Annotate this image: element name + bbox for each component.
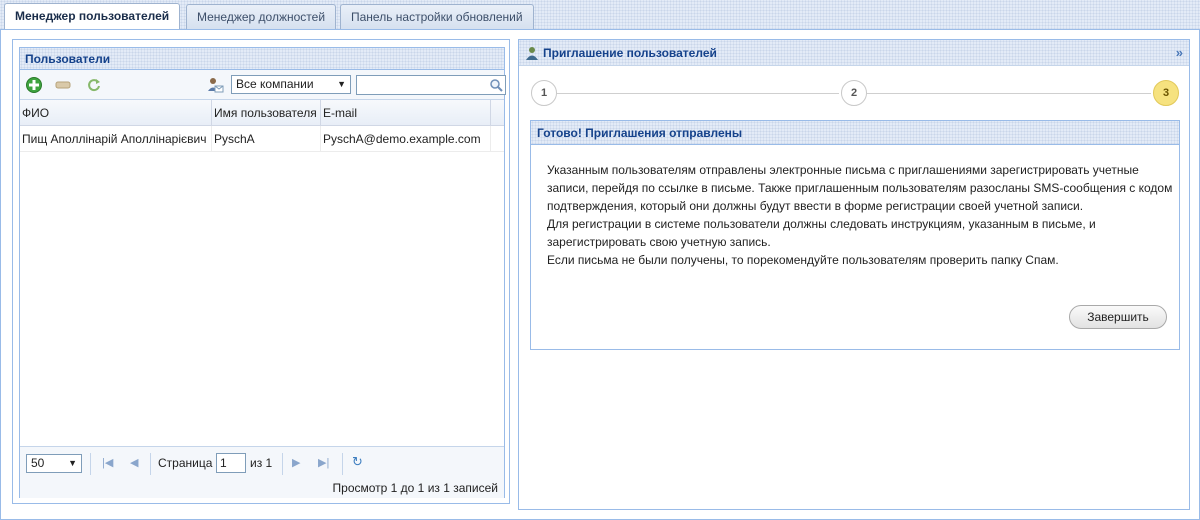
company-filter-select[interactable]: Все компании ▼ xyxy=(231,75,351,94)
users-toolbar: Все компании ▼ xyxy=(20,70,506,100)
add-user-button[interactable] xyxy=(26,77,44,93)
chevron-down-icon: ▼ xyxy=(68,458,77,468)
remove-user-button[interactable] xyxy=(55,77,73,93)
last-page-icon[interactable]: ▶| xyxy=(318,456,329,469)
search-field[interactable] xyxy=(356,75,506,95)
message-line: записи, перейдя по ссылке в письме. Такж… xyxy=(547,181,1173,195)
cell-username: PyschA xyxy=(212,126,321,152)
users-panel-outer: Пользователи Все компании ▼ ФИО Имя поль… xyxy=(12,39,510,504)
message-line: Для регистрации в системе пользователи д… xyxy=(547,217,1096,231)
step-2: 2 xyxy=(841,80,867,106)
page-number-value: 1 xyxy=(220,456,227,470)
pager: 50 ▼ |◀ ◀ Страница 1 из 1 ▶ ▶| ↻ Просмот… xyxy=(20,446,504,498)
divider xyxy=(150,453,151,475)
step-connector xyxy=(557,93,839,94)
users-panel-title: Пользователи xyxy=(20,48,504,70)
refresh-users-button[interactable] xyxy=(86,77,104,93)
invite-panel-header: Приглашение пользователей » xyxy=(519,40,1189,66)
tab-user-manager[interactable]: Менеджер пользователей xyxy=(4,3,181,30)
cell-name: Пищ Аполлінарій Аполлінарієвич xyxy=(20,126,212,152)
collapse-panel-icon[interactable]: » xyxy=(1176,40,1183,66)
minus-icon xyxy=(55,81,71,89)
records-summary: Просмотр 1 до 1 из 1 записей xyxy=(332,481,498,495)
result-title: Готово! Приглашения отправлены xyxy=(531,121,1179,145)
step-3: 3 xyxy=(1153,80,1179,106)
plus-icon xyxy=(26,77,42,93)
page-total-label: из 1 xyxy=(250,456,273,470)
users-grid-header: ФИО Имя пользователя E-mail xyxy=(20,100,504,126)
user-mail-icon xyxy=(208,78,224,93)
result-message: Указанным пользователям отправлены элект… xyxy=(547,161,1177,269)
cell-email: PyschA@demo.example.com xyxy=(321,126,491,152)
message-line: зарегистрировать свою учетную запись. xyxy=(547,235,771,249)
prev-page-icon[interactable]: ◀ xyxy=(130,456,138,469)
result-panel: Готово! Приглашения отправлены Указанным… xyxy=(530,120,1180,350)
step-connector xyxy=(867,93,1151,94)
tab-bar: Менеджер пользователей Менеджер должност… xyxy=(0,0,1200,30)
message-line: подтверждения, который они должны будут … xyxy=(547,199,1084,213)
invite-panel: Приглашение пользователей » 1 2 3 Готово… xyxy=(518,39,1190,510)
next-page-icon[interactable]: ▶ xyxy=(292,456,300,469)
search-icon[interactable] xyxy=(489,78,503,92)
page-label: Страница xyxy=(158,456,213,470)
divider xyxy=(90,453,91,475)
invite-user-button[interactable] xyxy=(206,76,224,93)
tab-position-manager[interactable]: Менеджер должностей xyxy=(186,4,337,30)
first-page-icon[interactable]: |◀ xyxy=(102,456,113,469)
company-filter-value: Все компании xyxy=(236,77,314,91)
step-1: 1 xyxy=(531,80,557,106)
user-icon xyxy=(526,47,538,60)
users-panel: Пользователи Все компании ▼ ФИО Имя поль… xyxy=(19,47,506,498)
divider xyxy=(282,453,283,475)
reload-icon[interactable]: ↻ xyxy=(352,454,363,470)
table-row[interactable]: Пищ Аполлінарій Аполлінарієвич PyschA Py… xyxy=(20,126,504,152)
refresh-icon xyxy=(88,79,100,92)
invite-panel-title: Приглашение пользователей xyxy=(543,46,717,60)
content-frame: Пользователи Все компании ▼ ФИО Имя поль… xyxy=(0,29,1200,520)
page-size-value: 50 xyxy=(31,456,45,470)
divider xyxy=(342,453,343,475)
page-size-select[interactable]: 50 ▼ xyxy=(26,454,82,473)
finish-button[interactable]: Завершить xyxy=(1069,305,1167,329)
chevron-down-icon: ▼ xyxy=(337,79,346,89)
column-header-email[interactable]: E-mail xyxy=(321,100,491,126)
column-header-username[interactable]: Имя пользователя xyxy=(212,100,321,126)
page-number-input[interactable]: 1 xyxy=(216,453,246,473)
message-line: Указанным пользователям отправлены элект… xyxy=(547,163,1139,177)
column-header-name[interactable]: ФИО xyxy=(20,100,212,126)
tab-update-settings[interactable]: Панель настройки обновлений xyxy=(340,4,534,30)
message-line: Если письма не были получены, то пореком… xyxy=(547,253,1059,267)
